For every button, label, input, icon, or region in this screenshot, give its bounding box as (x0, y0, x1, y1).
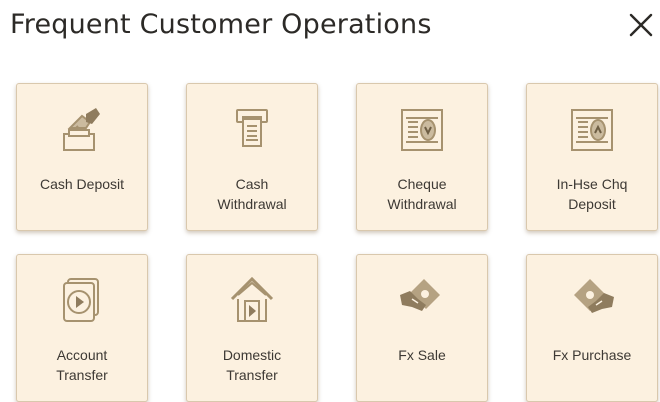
cash-deposit-icon (63, 108, 100, 151)
tile-cash-withdrawal[interactable]: Cash Withdrawal (186, 83, 318, 231)
tile-label-line2: Withdrawal (387, 196, 457, 212)
tile-label-line1: Cheque (397, 176, 447, 192)
tile-label-line2: Transfer (226, 367, 278, 383)
cash-withdrawal-icon (236, 109, 268, 147)
tile-cash-deposit[interactable]: Cash Deposit (16, 83, 148, 231)
tile-label-line2: Transfer (56, 367, 108, 383)
close-icon (629, 13, 653, 37)
dialog-title: Frequent Customer Operations (10, 9, 432, 40)
tile-fx-purchase[interactable]: Fx Purchase (526, 254, 658, 402)
fx-purchase-icon (574, 279, 614, 313)
tile-label-line1: Cash Deposit (39, 176, 125, 192)
tile-label-line2: Withdrawal (217, 196, 287, 212)
tile-label-line1: Account (56, 347, 108, 363)
tile-label-line1: Cash (235, 176, 269, 192)
tile-account-transfer[interactable]: Account Transfer (16, 254, 148, 402)
account-transfer-icon (63, 278, 99, 322)
cheque-withdrawal-icon (401, 109, 443, 151)
fx-sale-icon (400, 279, 440, 311)
tile-label-line1: Domestic (222, 347, 282, 363)
tile-label-line1: Fx Purchase (552, 347, 632, 363)
tile-label-line1: Fx Sale (398, 347, 446, 363)
tile-label-line1: In-Hse Chq (556, 176, 628, 192)
domestic-transfer-icon (230, 276, 274, 322)
tile-cheque-withdrawal[interactable]: Cheque Withdrawal (356, 83, 488, 231)
inhouse-cheque-deposit-icon (571, 109, 613, 151)
tile-fx-sale[interactable]: Fx Sale (356, 254, 488, 402)
tile-domestic-transfer[interactable]: Domestic Transfer (186, 254, 318, 402)
tile-label-line2: Deposit (568, 196, 616, 212)
close-button[interactable] (628, 12, 654, 38)
frequent-operations-dialog: Frequent Customer Operations Cash Deposi… (0, 0, 660, 402)
tile-inhouse-cheque-deposit[interactable]: In-Hse Chq Deposit (526, 83, 658, 231)
